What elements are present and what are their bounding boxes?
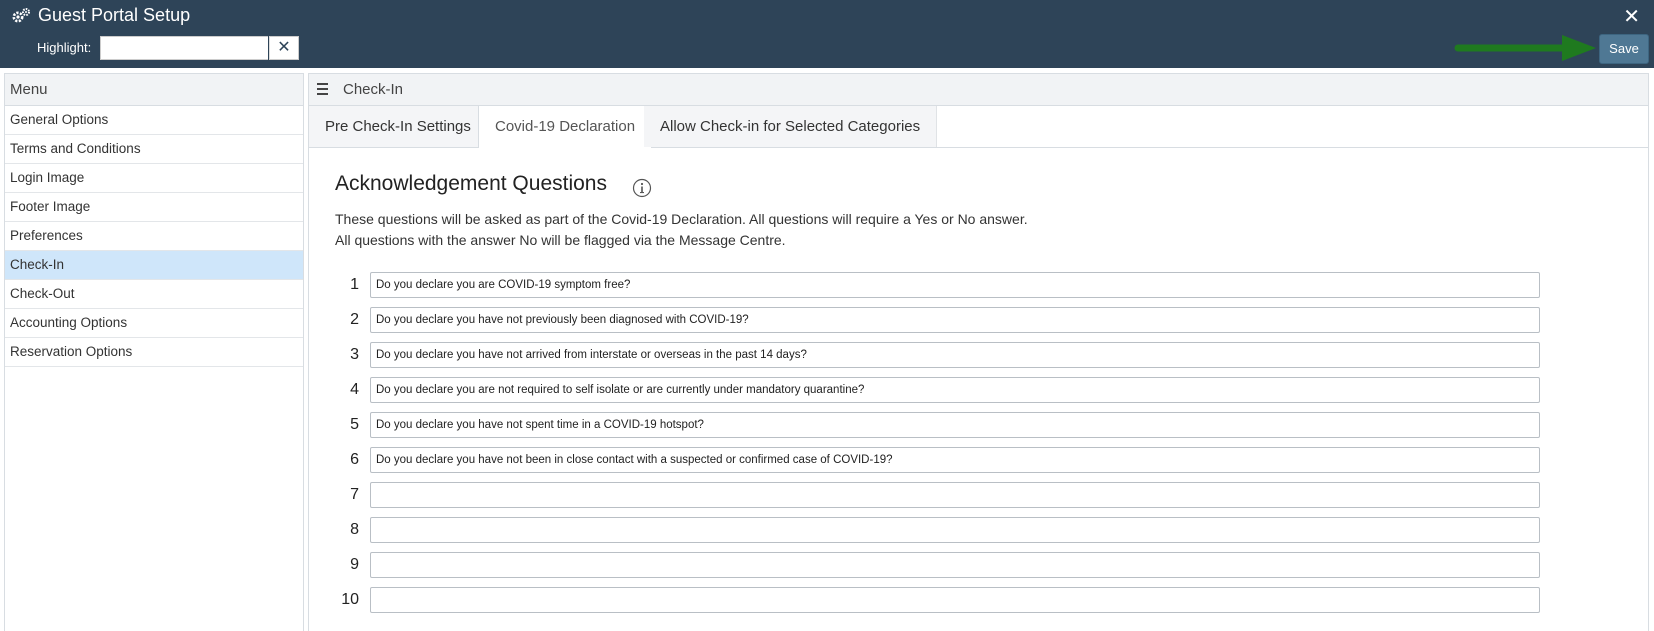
question-input-9[interactable] bbox=[370, 552, 1540, 578]
question-number: 10 bbox=[341, 591, 359, 608]
question-number: 6 bbox=[350, 451, 359, 468]
question-row: 9 bbox=[309, 552, 1549, 578]
question-input-8[interactable] bbox=[370, 517, 1540, 543]
tab-pre-check-in-settings[interactable]: Pre Check-In Settings bbox=[309, 106, 488, 147]
tab-covid-19-declaration[interactable]: Covid-19 Declaration bbox=[478, 106, 653, 148]
info-icon[interactable] bbox=[632, 178, 652, 198]
question-row: 4 bbox=[309, 377, 1549, 403]
question-number: 2 bbox=[350, 311, 359, 328]
question-number: 7 bbox=[350, 486, 359, 503]
question-input-3[interactable] bbox=[370, 342, 1540, 368]
sidebar-item-footer-image[interactable]: Footer Image bbox=[5, 193, 303, 222]
sidebar-item-reservation-options[interactable]: Reservation Options bbox=[5, 338, 303, 367]
clear-highlight-icon[interactable]: ✕ bbox=[269, 36, 299, 60]
settings-gears-icon bbox=[12, 8, 30, 23]
tab-bar: Pre Check-In Settings Covid-19 Declarati… bbox=[309, 106, 1648, 148]
panel-title: Check-In bbox=[343, 81, 404, 98]
tab-allow-check-in-selected-categories[interactable]: Allow Check-in for Selected Categories bbox=[644, 106, 938, 147]
menu-heading: Menu bbox=[5, 74, 303, 106]
question-input-10[interactable] bbox=[370, 587, 1540, 613]
description-line-1: These questions will be asked as part of… bbox=[335, 211, 1028, 227]
window-title: Guest Portal Setup bbox=[38, 5, 191, 25]
question-row: 8 bbox=[309, 517, 1549, 543]
question-input-2[interactable] bbox=[370, 307, 1540, 333]
sidebar-item-accounting-options[interactable]: Accounting Options bbox=[5, 309, 303, 338]
hamburger-menu-icon[interactable] bbox=[317, 83, 329, 95]
question-row: 6 bbox=[309, 447, 1549, 473]
question-input-7[interactable] bbox=[370, 482, 1540, 508]
question-row: 3 bbox=[309, 342, 1549, 368]
sidebar-item-terms-and-conditions[interactable]: Terms and Conditions bbox=[5, 135, 303, 164]
question-row: 2 bbox=[309, 307, 1549, 333]
sidebar-menu: Menu General Options Terms and Condition… bbox=[4, 73, 304, 631]
question-input-4[interactable] bbox=[370, 377, 1540, 403]
sidebar-item-general-options[interactable]: General Options bbox=[5, 106, 303, 135]
sidebar-item-check-in[interactable]: Check-In bbox=[5, 251, 303, 280]
panel-header: Check-In bbox=[309, 74, 1648, 106]
highlight-label: Highlight: bbox=[37, 40, 92, 55]
question-number: 8 bbox=[350, 521, 359, 538]
question-input-1[interactable] bbox=[370, 272, 1540, 298]
question-number: 4 bbox=[350, 381, 359, 398]
question-input-6[interactable] bbox=[370, 447, 1540, 473]
question-row: 7 bbox=[309, 482, 1549, 508]
highlight-input[interactable] bbox=[100, 36, 268, 60]
section-description: These questions will be asked as part of… bbox=[335, 209, 1028, 251]
question-number: 1 bbox=[350, 276, 359, 293]
app-header: Guest Portal Setup ✕ Highlight: ✕ Save bbox=[0, 0, 1654, 68]
green-arrow-icon bbox=[1454, 35, 1596, 61]
question-number: 9 bbox=[350, 556, 359, 573]
question-row: 1 bbox=[309, 272, 1549, 298]
main-panel: Check-In Pre Check-In Settings Covid-19 … bbox=[308, 73, 1649, 631]
description-line-2: All questions with the answer No will be… bbox=[335, 232, 786, 248]
sidebar-item-login-image[interactable]: Login Image bbox=[5, 164, 303, 193]
sidebar-item-preferences[interactable]: Preferences bbox=[5, 222, 303, 251]
close-icon[interactable]: ✕ bbox=[1623, 4, 1640, 29]
question-input-5[interactable] bbox=[370, 412, 1540, 438]
question-row: 5 bbox=[309, 412, 1549, 438]
question-row: 10 bbox=[309, 587, 1549, 613]
sidebar-item-check-out[interactable]: Check-Out bbox=[5, 280, 303, 309]
save-button[interactable]: Save bbox=[1599, 34, 1649, 64]
question-number: 5 bbox=[350, 416, 359, 433]
question-number: 3 bbox=[350, 346, 359, 363]
section-title: Acknowledgement Questions bbox=[335, 172, 607, 195]
